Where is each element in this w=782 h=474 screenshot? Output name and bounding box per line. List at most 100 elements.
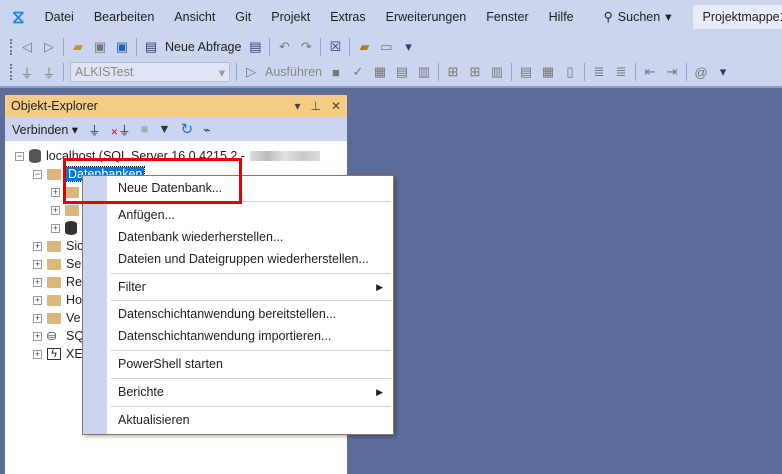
expand-icon[interactable]: + xyxy=(51,187,60,197)
tree-node[interactable]: + Se xyxy=(33,255,81,273)
refresh-icon[interactable]: ↻ xyxy=(181,120,194,138)
menu-item-reports[interactable]: Berichte ▶ xyxy=(118,382,385,402)
menu-item-attach[interactable]: Anfügen... xyxy=(118,205,385,225)
tree-node[interactable]: + ⛁ SQ xyxy=(33,327,84,345)
tree-node[interactable]: + Re xyxy=(33,273,82,291)
parse-icon[interactable]: ✓ xyxy=(350,64,366,80)
stop-icon[interactable]: ■ xyxy=(328,65,344,80)
filter-label: Filter xyxy=(118,280,146,294)
menu-item-restore-files[interactable]: Dateien und Dateigruppen wiederherstelle… xyxy=(118,249,385,269)
forward-icon[interactable]: ▷ xyxy=(41,39,57,55)
comment-icon[interactable]: ≣ xyxy=(591,64,607,80)
results-grid-icon[interactable]: ▤ xyxy=(394,64,410,80)
expand-icon[interactable]: + xyxy=(33,277,42,287)
template-params-icon[interactable]: @ xyxy=(693,65,709,80)
menu-fenster[interactable]: Fenster xyxy=(476,10,538,24)
query-icon[interactable]: ▤ xyxy=(247,39,263,55)
connect-button[interactable]: Verbinden ▾ xyxy=(12,122,78,137)
open-folder-icon[interactable]: ▰ xyxy=(70,39,86,55)
expand-icon[interactable]: + xyxy=(33,349,42,359)
outdent-icon[interactable]: ⇤ xyxy=(642,64,658,80)
execute-button[interactable]: Ausführen xyxy=(265,65,322,79)
query-options-icon[interactable]: ⊞ xyxy=(445,64,461,80)
menu-item-filter[interactable]: Filter ▶ xyxy=(118,277,385,297)
overflow-icon[interactable]: ▾ xyxy=(715,64,731,80)
save-all-icon[interactable]: ▣ xyxy=(114,39,130,55)
object-explorer-header: Objekt-Explorer ▾ ⊥ ✕ xyxy=(5,95,347,117)
collapse-icon[interactable]: − xyxy=(33,169,42,179)
undo-icon[interactable]: ↶ xyxy=(276,39,292,55)
expand-icon[interactable]: + xyxy=(33,313,42,323)
database-select[interactable]: ALKISTest xyxy=(70,62,230,82)
expand-icon[interactable]: + xyxy=(51,205,60,215)
back-icon[interactable]: ◁ xyxy=(19,39,35,55)
expand-icon[interactable]: + xyxy=(33,331,42,341)
menu-git[interactable]: Git xyxy=(225,10,261,24)
results-text-icon[interactable]: ▤ xyxy=(518,64,534,80)
indent-icon[interactable]: ⇥ xyxy=(664,64,680,80)
menu-item-import-dac[interactable]: Datenschichtanwendung importieren... xyxy=(118,326,385,346)
menu-ansicht[interactable]: Ansicht xyxy=(164,10,225,24)
menu-hilfe[interactable]: Hilfe xyxy=(539,10,584,24)
toolbar-grip[interactable] xyxy=(10,39,13,55)
database-icon xyxy=(65,221,77,235)
toolbar-grip[interactable] xyxy=(10,64,13,80)
redo-icon[interactable]: ↷ xyxy=(298,39,314,55)
results-grid2-icon[interactable]: ▦ xyxy=(540,64,556,80)
tree-label: Sic xyxy=(66,239,84,253)
expand-icon[interactable]: + xyxy=(33,259,42,269)
menu-item-deploy-dac[interactable]: Datenschichtanwendung bereitstellen... xyxy=(118,304,385,324)
pin-icon[interactable]: ⊥ xyxy=(310,99,320,113)
window-icon[interactable]: ▭ xyxy=(378,39,394,55)
folder-icon xyxy=(47,294,61,306)
reports-label: Berichte xyxy=(118,385,164,399)
toolbar-separator xyxy=(634,63,636,81)
expand-icon[interactable]: + xyxy=(33,295,42,305)
search-button[interactable]: ⚲ Suchen ▾ xyxy=(596,9,680,25)
tree-node[interactable]: + Ve xyxy=(33,309,81,327)
menu-bearbeiten[interactable]: Bearbeiten xyxy=(84,10,164,24)
uncomment-icon[interactable]: ≣ xyxy=(613,64,629,80)
dropdown-icon[interactable]: ▾ xyxy=(294,99,300,113)
results-to-file-icon[interactable]: ▯ xyxy=(562,64,578,80)
results-file-icon[interactable]: ▥ xyxy=(416,64,432,80)
menu-datei[interactable]: Datei xyxy=(35,10,84,24)
new-query-icon[interactable]: ▤ xyxy=(143,39,159,55)
connect-icon[interactable]: ⏚ xyxy=(19,63,35,82)
change-connection-icon[interactable]: ⏚ xyxy=(41,63,57,82)
save-icon[interactable]: ▣ xyxy=(92,39,108,55)
menu-extras[interactable]: Extras xyxy=(320,10,375,24)
new-query-button[interactable]: Neue Abfrage xyxy=(165,40,241,54)
menu-item-powershell[interactable]: PowerShell starten xyxy=(118,354,385,374)
expand-icon[interactable]: + xyxy=(33,241,42,251)
plan-icon[interactable]: ▦ xyxy=(372,64,388,80)
tree-node[interactable]: + ϟ XE xyxy=(33,345,83,363)
disconnect-icon[interactable]: ✕⏚ xyxy=(111,120,131,139)
tree-label: XE xyxy=(66,347,83,361)
object-explorer-details-icon[interactable]: ▰ xyxy=(356,39,372,55)
overflow-icon[interactable]: ▾ xyxy=(400,39,416,55)
menu-projekt[interactable]: Projekt xyxy=(261,10,320,24)
activity-monitor-icon[interactable]: ☒ xyxy=(327,39,343,55)
tree-label: Ve xyxy=(66,311,81,325)
plug-icon[interactable]: ⏚ xyxy=(88,120,101,139)
filter-icon[interactable]: ▼ xyxy=(158,122,170,136)
tree-node[interactable]: + Sic xyxy=(33,237,83,255)
client-stats-icon[interactable]: ▥ xyxy=(489,64,505,80)
menu-item-restore-database[interactable]: Datenbank wiederherstellen... xyxy=(118,227,385,247)
expand-icon[interactable]: + xyxy=(51,223,60,233)
menu-item-refresh[interactable]: Aktualisieren xyxy=(118,410,385,430)
tree-label: Re xyxy=(66,275,82,289)
top-chrome: ⧖ Datei Bearbeiten Ansicht Git Projekt E… xyxy=(0,0,782,88)
activity-icon[interactable]: ⌁ xyxy=(203,122,211,137)
include-plan-icon[interactable]: ⊞ xyxy=(467,64,483,80)
stop-icon[interactable]: ■ xyxy=(141,122,149,136)
menu-separator xyxy=(111,350,391,351)
tree-node[interactable]: + Ho xyxy=(33,291,82,309)
server-icon xyxy=(29,149,41,163)
menu-erweiterungen[interactable]: Erweiterungen xyxy=(376,10,477,24)
xevent-icon: ϟ xyxy=(47,348,61,360)
tree-node[interactable]: + xyxy=(51,219,77,237)
collapse-icon[interactable]: − xyxy=(15,151,24,161)
close-icon[interactable]: ✕ xyxy=(331,99,341,113)
